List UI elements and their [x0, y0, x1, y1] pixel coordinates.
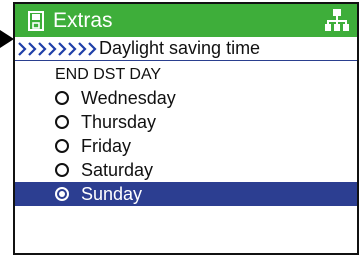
option-friday[interactable]: Friday [15, 134, 357, 158]
section-heading: END DST DAY [55, 66, 162, 83]
radio-unchecked-icon [55, 115, 69, 129]
option-list: Wednesday Thursday Friday Saturday Sunda… [15, 86, 357, 206]
option-sunday[interactable]: Sunday [15, 182, 357, 206]
title-bar: Extras [15, 4, 357, 37]
option-label: Sunday [81, 184, 143, 204]
chevrons-icon [17, 39, 97, 59]
option-label: Friday [81, 136, 132, 156]
radio-checked-icon [55, 187, 69, 201]
pointer-arrow-icon [0, 30, 14, 48]
option-label: Thursday [81, 112, 157, 132]
network-icon [325, 8, 349, 32]
option-saturday[interactable]: Saturday [15, 158, 357, 182]
option-wednesday[interactable]: Wednesday [15, 86, 357, 110]
breadcrumb-label: Daylight saving time [99, 38, 261, 58]
option-label: Wednesday [81, 88, 176, 108]
screen: Extras Daylight saving time END DST DAY … [13, 2, 359, 255]
save-icon [25, 9, 47, 33]
radio-unchecked-icon [55, 139, 69, 153]
page-title: Extras [53, 9, 113, 32]
radio-unchecked-icon [55, 91, 69, 105]
device-display: Extras Daylight saving time END DST DAY … [0, 0, 364, 261]
option-label: Saturday [81, 160, 154, 180]
breadcrumb: Daylight saving time [15, 37, 357, 61]
radio-unchecked-icon [55, 163, 69, 177]
option-thursday[interactable]: Thursday [15, 110, 357, 134]
